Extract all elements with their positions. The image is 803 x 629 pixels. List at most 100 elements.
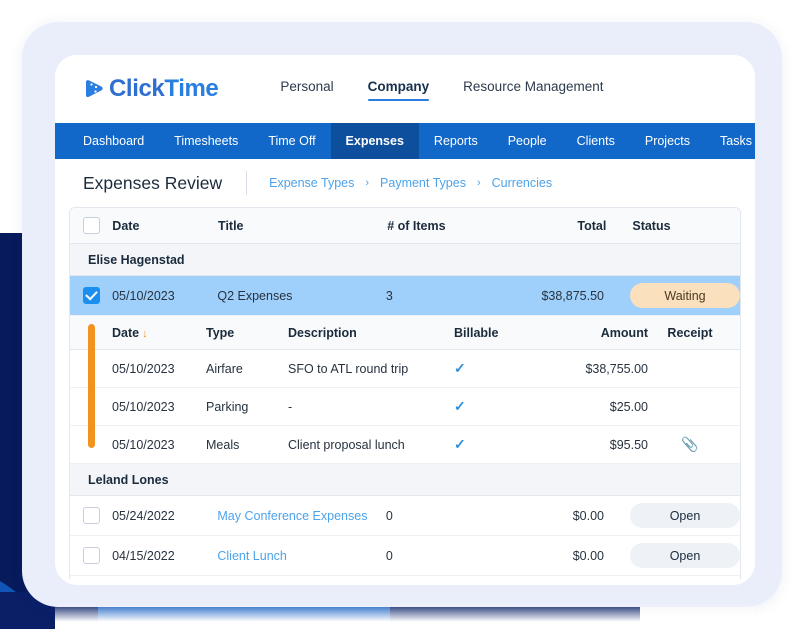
paperclip-icon[interactable]: 📎 [681,436,698,452]
column-header-total[interactable]: Total [512,219,620,233]
nav-item-tasks[interactable]: Tasks [705,123,755,159]
row-total: $38,875.50 [541,288,604,303]
detail-row-type: Meals [206,437,240,452]
row-title[interactable]: Client Lunch [217,549,385,563]
detail-row-description: - [288,399,293,414]
top-tab-bar: Personal Company Resource Management [280,79,604,101]
row-items-count: 0 [385,548,393,563]
table-header-row: Date Title # of Items Total Status [70,208,740,244]
row-title[interactable]: Q2 Expenses [217,289,385,303]
sort-descending-icon: ↓ [142,327,148,340]
detail-column-header-description[interactable]: Description [288,326,454,340]
row-date: 05/10/2023 [112,288,175,303]
expenses-table: Date Title # of Items Total Status Elise… [69,207,741,579]
detail-column-header-billable[interactable]: Billable [454,326,540,340]
row-date: 04/15/2022 [112,548,175,563]
row-items-count: 3 [385,288,393,303]
select-all-checkbox[interactable] [82,217,100,234]
status-badge[interactable]: Open [630,543,740,568]
row-select-cell [70,287,112,304]
breadcrumb: Expense Types › Payment Types › Currenci… [269,176,552,190]
detail-row-date: 05/10/2023 [112,437,175,452]
brand-name-part1: Click [109,75,165,102]
detail-row-description: Client proposal lunch [288,437,405,452]
top-tab-company[interactable]: Company [367,79,429,101]
status-badge[interactable]: Waiting [630,283,740,308]
chevron-right-icon: › [476,177,481,189]
group-header-elise-hagenstad: Elise Hagenstad [70,244,740,276]
detail-row-billable-cell: ✓ [454,436,540,453]
detail-row-amount: $38,755.00 [585,361,648,376]
table-row[interactable]: 04/15/2022 Site Visit / Transportation 0… [70,576,740,579]
detail-header-row: Date ↓ Type Description Billable Amount R… [70,316,740,350]
table-row[interactable]: 04/15/2022 Client Lunch 0 $0.00 Open [70,536,740,576]
detail-column-header-receipt[interactable]: Receipt [652,326,728,340]
row-checkbox[interactable] [82,287,100,304]
row-status-cell: Waiting [618,283,740,308]
row-title[interactable]: May Conference Expenses [217,509,385,523]
row-select-cell [70,547,112,564]
row-status-cell: Open [618,503,740,528]
screenshot-stage: ClickTime Personal Company Resource Mana… [0,0,803,629]
column-header-status[interactable]: Status [620,219,740,233]
nav-item-time-off[interactable]: Time Off [253,123,330,159]
column-header-date[interactable]: Date [112,219,218,233]
detail-row-amount: $95.50 [609,437,648,452]
detail-column-header-amount[interactable]: Amount [540,326,652,340]
main-navigation-bar: Dashboard Timesheets Time Off Expenses R… [55,123,755,159]
nav-item-projects[interactable]: Projects [630,123,705,159]
row-items-count: 0 [385,508,393,523]
page-title: Expenses Review [83,172,223,193]
table-row[interactable]: 05/10/2023 Q2 Expenses 3 $38,875.50 Wait… [70,276,740,316]
breadcrumb-expense-types[interactable]: Expense Types [269,176,354,190]
detail-row-type: Parking [206,399,249,414]
brand-name: ClickTime [109,75,219,103]
nav-item-timesheets[interactable]: Timesheets [159,123,253,159]
nav-item-clients[interactable]: Clients [562,123,630,159]
detail-row-date: 05/10/2023 [112,361,175,376]
detail-row[interactable]: 05/10/2023 Parking - ✓ $25.00 [70,388,740,426]
detail-row-type: Airfare [206,361,243,376]
nav-item-expenses[interactable]: Expenses [330,123,419,159]
row-checkbox[interactable] [82,507,100,524]
select-all-cell [70,217,112,234]
top-tab-personal[interactable]: Personal [280,79,333,99]
detail-row-billable-cell: ✓ [454,398,540,415]
detail-column-header-date[interactable]: Date ↓ [112,326,206,340]
detail-row-receipt-cell: 📎 [652,436,728,453]
top-tab-resource-management[interactable]: Resource Management [463,79,603,99]
detail-row-description: SFO to ATL round trip [288,361,409,376]
row-status-cell: Open [618,543,740,568]
detail-row-amount: $25.00 [609,399,648,414]
detail-accent-bar [88,324,95,448]
row-checkbox[interactable] [82,547,100,564]
table-row[interactable]: 05/24/2022 May Conference Expenses 0 $0.… [70,496,740,536]
breadcrumb-payment-types[interactable]: Payment Types [380,176,466,190]
brand-name-part2: Time [164,75,219,102]
subheader-divider [246,171,248,195]
nav-item-reports[interactable]: Reports [419,123,493,159]
nav-item-dashboard[interactable]: Dashboard [55,123,159,159]
detail-row-date: 05/10/2023 [112,399,175,414]
row-date: 05/24/2022 [112,508,175,523]
row-total: $0.00 [572,548,604,563]
detail-column-header-type[interactable]: Type [206,326,288,340]
chevron-right-icon: › [365,177,370,189]
app-topbar: ClickTime Personal Company Resource Mana… [55,55,755,123]
detail-row[interactable]: 05/10/2023 Meals Client proposal lunch ✓… [70,426,740,464]
brand-logo[interactable]: ClickTime [83,75,219,103]
row-select-cell [70,507,112,524]
breadcrumb-currencies[interactable]: Currencies [492,176,552,190]
app-window: ClickTime Personal Company Resource Mana… [55,55,755,585]
detail-row[interactable]: 05/10/2023 Airfare SFO to ATL round trip… [70,350,740,388]
nav-item-people[interactable]: People [493,123,562,159]
column-header-items[interactable]: # of Items [387,219,512,233]
detail-row-billable-cell: ✓ [454,360,540,377]
clicktime-logo-icon [83,78,105,100]
group-header-leland-lones: Leland Lones [70,464,740,496]
column-header-title[interactable]: Title [218,219,387,233]
check-icon: ✓ [454,360,466,376]
row-total: $0.00 [572,508,604,523]
status-badge[interactable]: Open [630,503,740,528]
detail-column-header-date-label: Date [112,325,140,340]
